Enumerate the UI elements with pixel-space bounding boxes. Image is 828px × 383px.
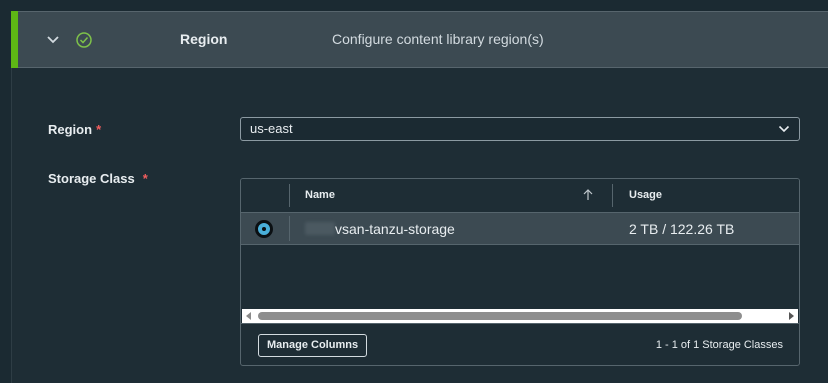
required-marker: *	[142, 171, 148, 186]
column-separator[interactable]	[612, 184, 613, 207]
column-separator	[289, 216, 290, 241]
row-radio-selected[interactable]	[255, 220, 273, 238]
grid-header: Name Usage	[241, 179, 799, 212]
column-header-usage[interactable]: Usage	[629, 189, 662, 201]
chevron-down-icon[interactable]	[46, 33, 60, 47]
grid-footer: Manage Columns 1 - 1 of 1 Storage Classe…	[241, 323, 799, 365]
status-accent-bar	[11, 11, 18, 68]
required-marker: *	[96, 122, 102, 137]
check-circle-icon	[76, 32, 92, 48]
sort-ascending-icon[interactable]	[581, 188, 595, 202]
scrollbar-thumb[interactable]	[258, 312, 742, 320]
manage-columns-button[interactable]: Manage Columns	[258, 334, 368, 357]
storage-class-usage: 2 TB / 122.26 TB	[629, 221, 735, 237]
region-label: Region *	[48, 122, 101, 137]
storage-class-grid: Name Usage vsan-tanzu-storage 2 TB / 122…	[240, 178, 800, 366]
horizontal-scrollbar[interactable]	[242, 309, 798, 323]
storage-class-name: vsan-tanzu-storage	[335, 221, 455, 237]
region-select[interactable]: us-east	[240, 117, 800, 141]
section-title: Region	[180, 31, 228, 47]
pagination-text: 1 - 1 of 1 Storage Classes	[655, 339, 783, 351]
table-row[interactable]: vsan-tanzu-storage 2 TB / 122.26 TB	[241, 212, 799, 245]
redacted-text	[305, 222, 335, 235]
column-separator	[289, 184, 290, 207]
region-select-value: us-east	[250, 121, 293, 136]
chevron-down-icon	[778, 125, 790, 133]
radio-dot	[262, 227, 266, 231]
section-description: Configure content library region(s)	[332, 31, 544, 47]
scroll-left-arrow-icon[interactable]	[246, 312, 251, 320]
storage-class-label-text: Storage Class	[48, 171, 135, 186]
scroll-right-arrow-icon[interactable]	[789, 312, 794, 320]
top-strip	[0, 0, 828, 11]
region-label-text: Region	[48, 122, 93, 137]
storage-class-label: Storage Class *	[48, 171, 148, 186]
column-header-name[interactable]: Name	[305, 189, 335, 201]
